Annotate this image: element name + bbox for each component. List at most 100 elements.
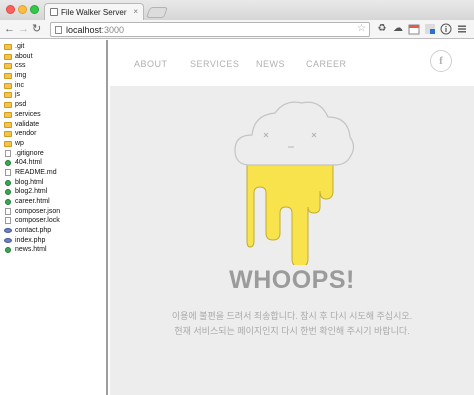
browser-tab[interactable]: File Walker Server × [44, 3, 144, 20]
maximize-window-button[interactable] [30, 5, 39, 14]
page-icon [55, 26, 62, 34]
file-name: career.html [15, 198, 50, 205]
folder-icon [4, 82, 12, 89]
web-page: ABOUT SERVICES NEWS CAREER f WHOOPS! 이용에… [110, 40, 474, 395]
document-icon [5, 149, 11, 157]
file-tree-item[interactable]: psd [0, 100, 106, 110]
folder-icon [4, 53, 12, 60]
browser-toolbar: ← → ↻ localhost:3000 ☆ ♻ ☁ [0, 20, 474, 39]
error-heading: WHOOPS! [229, 266, 355, 294]
file-tree-item[interactable]: services [0, 110, 106, 120]
file-name: .gitignore [15, 149, 44, 157]
file-tree-item[interactable]: index.php [0, 236, 106, 246]
bookmark-star-icon[interactable]: ☆ [357, 23, 366, 34]
url-host: localhost [66, 25, 102, 35]
yellow-drip-shape [246, 162, 334, 265]
close-window-button[interactable] [6, 5, 15, 14]
mail-icon[interactable] [424, 23, 436, 35]
document-icon [5, 217, 11, 225]
facebook-icon[interactable]: f [430, 50, 452, 72]
file-tree-item[interactable]: .git [0, 42, 106, 52]
file-tree-item[interactable]: composer.lock [0, 216, 106, 226]
url-port: :3000 [101, 25, 125, 35]
document-icon [5, 168, 11, 176]
file-tree-item[interactable]: css [0, 61, 106, 71]
file-tree-item[interactable]: blog.html [0, 178, 106, 188]
folder-icon [4, 44, 12, 50]
title-bar: File Walker Server × [0, 0, 474, 20]
file-tree-item[interactable]: contact.php [0, 226, 106, 236]
file-tree-item[interactable]: wp [0, 139, 106, 149]
file-name: blog2.html [15, 188, 48, 196]
file-name: services [15, 110, 41, 118]
file-name: css [15, 62, 26, 70]
file-name: inc [15, 81, 24, 89]
file-tree-item[interactable]: inc [0, 81, 106, 91]
file-name: validate [15, 120, 40, 128]
nav-link-career[interactable]: CAREER [306, 59, 347, 69]
file-tree-sidebar: .git about css img inc js psd services validate v… [0, 40, 108, 395]
file-name: js [15, 91, 21, 99]
file-tree-item[interactable]: composer.json [0, 207, 106, 217]
page-icon [50, 8, 58, 16]
html-file-icon [5, 189, 11, 196]
php-file-icon [4, 237, 12, 243]
php-file-icon [4, 228, 12, 234]
file-name: composer.json [15, 207, 61, 215]
file-name: wp [15, 139, 24, 147]
file-name: index.php [15, 236, 46, 244]
file-tree-item[interactable]: about [0, 52, 106, 62]
cloud-icon[interactable]: ☁ [392, 23, 404, 35]
file-tree-item[interactable]: js [0, 90, 106, 100]
error-message-line-1: 이용에 불편을 드려서 죄송합니다. 잠시 후 다시 시도해 주십시오. [171, 311, 413, 321]
file-name: about [15, 52, 33, 60]
folder-icon [4, 102, 12, 109]
cloud-shape [234, 101, 355, 166]
file-name: composer.lock [15, 217, 60, 225]
reload-button[interactable]: ↻ [32, 23, 41, 35]
html-file-icon [5, 160, 11, 167]
folder-icon [4, 121, 12, 128]
file-tree-item[interactable]: img [0, 71, 106, 81]
file-name: img [15, 72, 27, 80]
info-icon[interactable] [440, 23, 452, 35]
file-name: README.md [15, 168, 57, 176]
minimize-window-button[interactable] [18, 5, 27, 14]
file-tree-item[interactable]: news.html [0, 245, 106, 255]
back-button[interactable]: ← [4, 23, 15, 35]
file-tree-item[interactable]: vendor [0, 129, 106, 139]
folder-icon [4, 140, 12, 147]
menu-icon[interactable] [456, 23, 468, 35]
forward-button[interactable]: → [18, 23, 29, 35]
folder-icon [4, 63, 12, 70]
file-name: contact.php [15, 227, 52, 235]
nav-link-services[interactable]: SERVICES [190, 59, 239, 69]
address-bar[interactable]: localhost:3000 ☆ [50, 22, 370, 37]
file-name: blog.html [15, 178, 44, 186]
nav-link-news[interactable]: NEWS [256, 59, 285, 69]
sad-cloud-illustration [234, 101, 355, 265]
tab-close-icon[interactable]: × [133, 7, 138, 16]
document-icon [5, 207, 11, 215]
folder-icon [4, 111, 12, 118]
file-tree-item[interactable]: .gitignore [0, 149, 106, 159]
nav-link-about[interactable]: ABOUT [134, 59, 168, 69]
calendar-icon[interactable] [408, 23, 420, 35]
tab-title: File Walker Server [61, 8, 127, 17]
folder-icon [4, 73, 12, 80]
file-tree-item[interactable]: career.html [0, 197, 106, 207]
file-tree-item[interactable]: blog2.html [0, 187, 106, 197]
file-tree-item[interactable]: validate [0, 120, 106, 130]
folder-icon [4, 131, 12, 138]
file-tree-item[interactable]: README.md [0, 168, 106, 178]
recycle-icon[interactable]: ♻ [376, 23, 388, 35]
file-tree-item[interactable]: 404.html [0, 158, 106, 168]
html-file-icon [5, 199, 11, 205]
error-message-line-2: 현재 서비스되는 페이지인지 다시 한번 확인해 주시기 바랍니다. [174, 326, 410, 336]
folder-icon [4, 92, 12, 99]
file-name: psd [15, 101, 27, 109]
new-tab-button[interactable] [145, 7, 169, 18]
site-nav: ABOUT SERVICES NEWS CAREER f [110, 40, 474, 86]
html-file-icon [5, 247, 11, 254]
file-name: news.html [15, 246, 47, 254]
